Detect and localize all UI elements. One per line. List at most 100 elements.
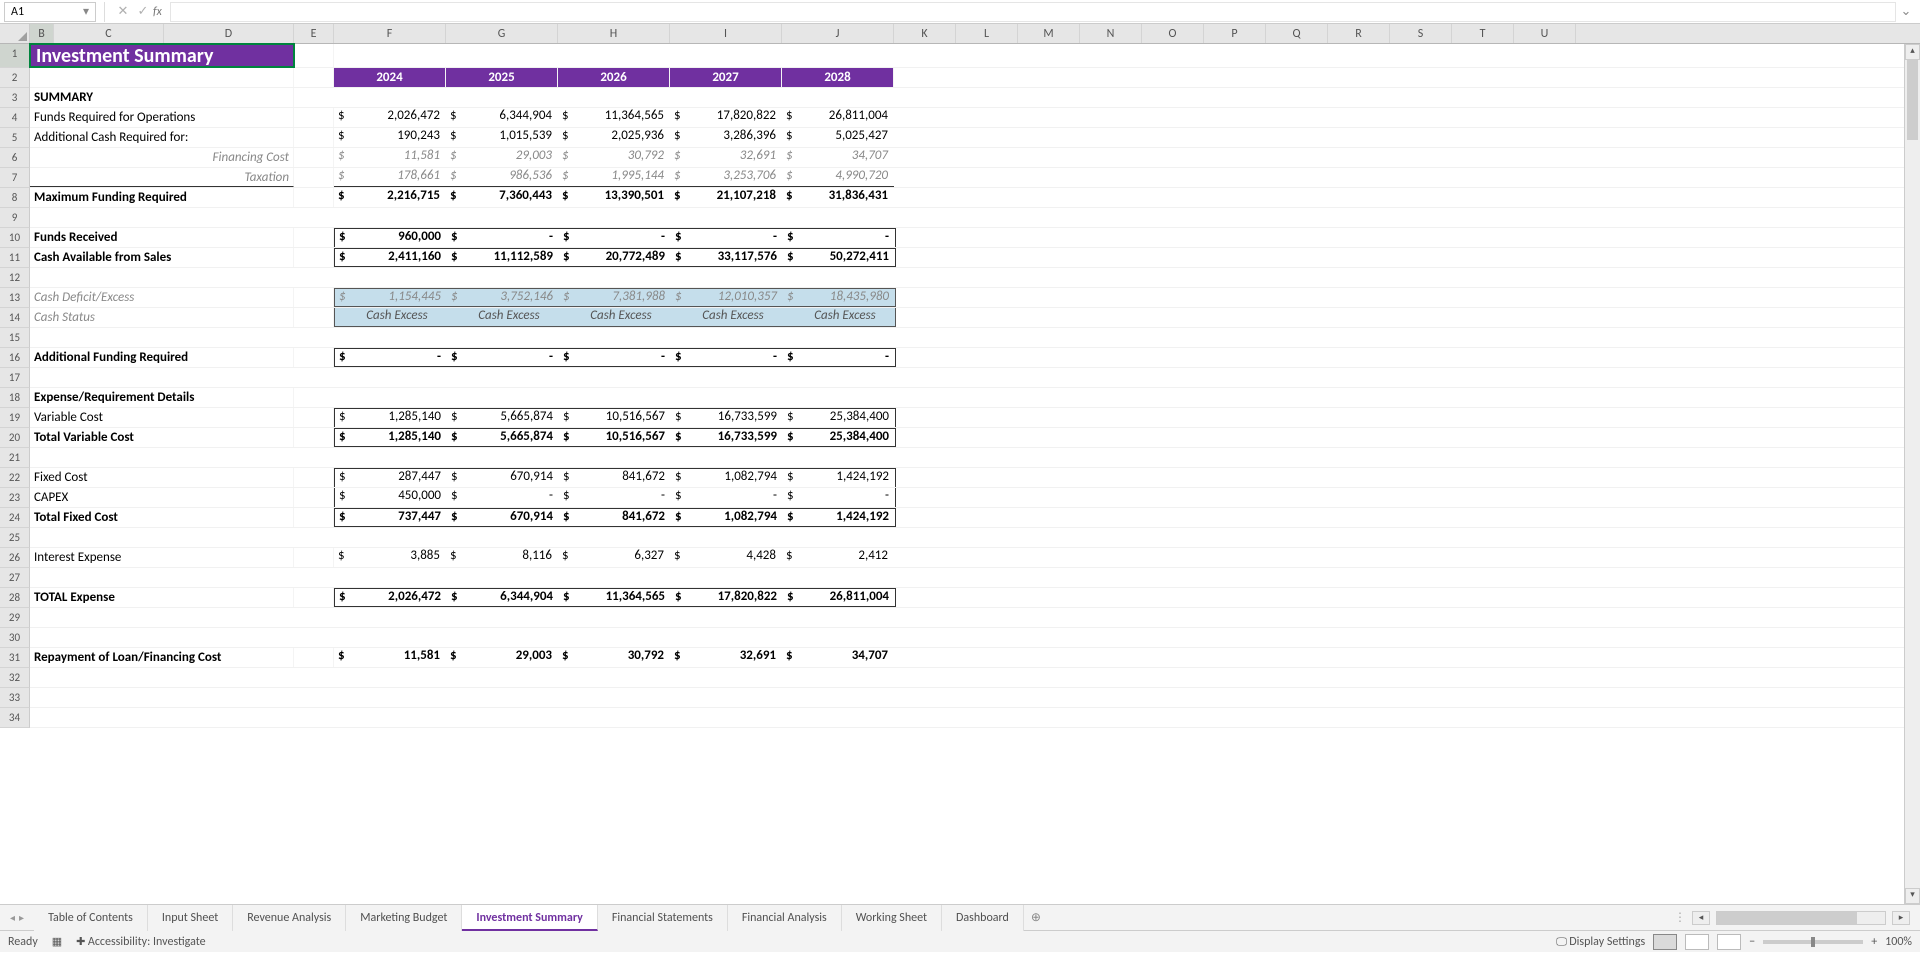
row-header[interactable]: 7 <box>0 168 30 188</box>
value-cell[interactable]: Cash Excess <box>335 308 447 326</box>
year-header[interactable]: 2027 <box>670 68 782 87</box>
value-cell[interactable]: $ 1,082,794 <box>671 469 783 487</box>
value-cell[interactable]: $ 30,792 <box>558 648 670 667</box>
value-cell[interactable]: $ - <box>783 488 895 507</box>
value-cell[interactable]: $ 5,025,427 <box>782 128 894 147</box>
sheet-tab[interactable]: Input Sheet <box>148 905 233 931</box>
sheet-tab[interactable]: Working Sheet <box>842 905 942 931</box>
value-cell[interactable]: $ 7,381,988 <box>559 289 671 306</box>
value-cell[interactable]: $ 6,344,904 <box>446 108 558 127</box>
value-cell[interactable]: $ - <box>447 488 559 507</box>
value-cell[interactable]: $ 20,772,489 <box>559 249 671 266</box>
value-cell[interactable]: $ 1,424,192 <box>783 469 895 487</box>
value-cell[interactable]: $ - <box>335 349 447 366</box>
value-cell[interactable]: $ 737,447 <box>335 509 447 526</box>
value-cell[interactable]: $ - <box>671 349 783 366</box>
macro-icon[interactable]: ▦ <box>52 935 62 948</box>
row-header[interactable]: 24 <box>0 508 30 528</box>
zoom-slider[interactable] <box>1763 940 1863 944</box>
col-header[interactable]: D <box>164 24 294 43</box>
year-header[interactable]: 2028 <box>782 68 894 87</box>
col-header[interactable]: S <box>1390 24 1452 43</box>
row-header[interactable]: 16 <box>0 348 30 368</box>
page-break-view-button[interactable] <box>1717 934 1741 950</box>
page-title[interactable]: Investment Summary <box>30 44 294 67</box>
row-header[interactable]: 11 <box>0 248 30 268</box>
row-header[interactable]: 25 <box>0 528 30 548</box>
value-cell[interactable]: $ 2,026,472 <box>335 589 447 606</box>
value-cell[interactable]: $ 13,390,501 <box>558 188 670 207</box>
col-header[interactable]: O <box>1142 24 1204 43</box>
col-header[interactable]: U <box>1514 24 1576 43</box>
col-header[interactable]: T <box>1452 24 1514 43</box>
value-cell[interactable]: $ 11,581 <box>334 648 446 667</box>
row-header[interactable]: 18 <box>0 388 30 408</box>
value-cell[interactable]: $ 26,811,004 <box>783 589 895 606</box>
value-cell[interactable]: $ 6,327 <box>558 548 670 567</box>
value-cell[interactable]: $ 3,885 <box>334 548 446 567</box>
value-cell[interactable]: $ - <box>671 488 783 507</box>
value-cell[interactable]: $ 190,243 <box>334 128 446 147</box>
value-cell[interactable]: $ 34,707 <box>782 648 894 667</box>
row-header[interactable]: 31 <box>0 648 30 668</box>
value-cell[interactable]: $ 1,285,140 <box>335 409 447 427</box>
cancel-icon[interactable]: ✕ <box>113 2 133 22</box>
col-header[interactable]: C <box>54 24 164 43</box>
add-sheet-button[interactable]: ⊕ <box>1024 905 1048 931</box>
row-header[interactable]: 15 <box>0 328 30 348</box>
value-cell[interactable]: $ 11,581 <box>334 148 446 167</box>
sheet-tab[interactable]: Financial Analysis <box>728 905 842 931</box>
display-settings-button[interactable]: 🖵 Display Settings <box>1556 935 1645 949</box>
hscroll-left-icon[interactable]: ◂ <box>1692 911 1710 925</box>
value-cell[interactable]: $ 17,820,822 <box>671 589 783 606</box>
cells-area[interactable]: Investment Summary20242025202620272028SU… <box>30 44 1920 728</box>
value-cell[interactable]: $ - <box>447 229 559 247</box>
row-header[interactable]: 4 <box>0 108 30 128</box>
value-cell[interactable]: $ 2,026,472 <box>334 108 446 127</box>
row-header[interactable]: 8 <box>0 188 30 208</box>
col-header[interactable]: Q <box>1266 24 1328 43</box>
sheet-tab[interactable]: Marketing Budget <box>346 905 462 931</box>
value-cell[interactable]: $ 50,272,411 <box>783 249 895 266</box>
value-cell[interactable]: $ 21,107,218 <box>670 188 782 207</box>
value-cell[interactable]: $ 11,364,565 <box>558 108 670 127</box>
row-header[interactable]: 26 <box>0 548 30 568</box>
row-header[interactable]: 22 <box>0 468 30 488</box>
value-cell[interactable]: $ 841,672 <box>559 469 671 487</box>
expand-formula-icon[interactable]: ⌄ <box>1896 4 1916 19</box>
year-header[interactable]: 2024 <box>334 68 446 87</box>
col-header[interactable]: L <box>956 24 1018 43</box>
scroll-thumb[interactable] <box>1907 60 1918 140</box>
tab-nav-first-icon[interactable]: ◂ <box>10 911 15 924</box>
select-all-corner[interactable] <box>0 24 30 43</box>
value-cell[interactable]: $ - <box>559 349 671 366</box>
value-cell[interactable]: $ - <box>783 349 895 366</box>
value-cell[interactable]: $ 3,253,706 <box>670 168 782 187</box>
col-header[interactable]: R <box>1328 24 1390 43</box>
value-cell[interactable]: $ 25,384,400 <box>783 429 895 446</box>
value-cell[interactable]: $ 10,516,567 <box>559 429 671 446</box>
value-cell[interactable]: $ 16,733,599 <box>671 409 783 427</box>
row-header[interactable]: 29 <box>0 608 30 628</box>
row-header[interactable]: 32 <box>0 668 30 688</box>
hscroll-track[interactable] <box>1716 911 1886 925</box>
row-header[interactable]: 13 <box>0 288 30 308</box>
normal-view-button[interactable] <box>1653 934 1677 950</box>
year-header[interactable]: 2025 <box>446 68 558 87</box>
vertical-scrollbar[interactable]: ▴ ▾ <box>1904 44 1920 904</box>
col-header[interactable]: B <box>30 24 54 43</box>
value-cell[interactable]: $ 1,285,140 <box>335 429 447 446</box>
value-cell[interactable]: $ 670,914 <box>447 469 559 487</box>
zoom-out-button[interactable]: − <box>1749 935 1755 949</box>
col-header[interactable]: N <box>1080 24 1142 43</box>
row-header[interactable]: 33 <box>0 688 30 708</box>
row-header[interactable]: 5 <box>0 128 30 148</box>
value-cell[interactable]: $ 1,424,192 <box>783 509 895 526</box>
row-header[interactable]: 2 <box>0 68 30 88</box>
value-cell[interactable]: $ 10,516,567 <box>559 409 671 427</box>
row-header[interactable]: 12 <box>0 268 30 288</box>
page-layout-view-button[interactable] <box>1685 934 1709 950</box>
value-cell[interactable]: $ 178,661 <box>334 168 446 187</box>
row-header[interactable]: 23 <box>0 488 30 508</box>
value-cell[interactable]: $ - <box>559 488 671 507</box>
